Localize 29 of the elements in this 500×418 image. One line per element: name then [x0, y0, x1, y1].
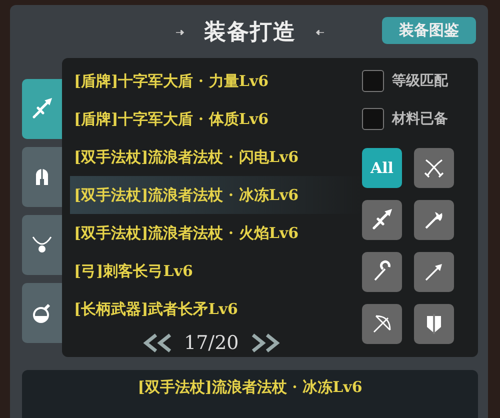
previous-page-icon[interactable] — [142, 332, 174, 352]
ornament-icon — [314, 30, 324, 34]
recipe-item[interactable]: [双手法杖]流浪者法杖 · 闪电Lv6 — [70, 138, 362, 176]
category-tab[interactable] — [22, 79, 62, 139]
ornament-icon — [176, 30, 186, 34]
recipe-item[interactable]: [弓]刺客长弓Lv6 — [70, 252, 362, 290]
category-tab[interactable] — [22, 283, 62, 343]
window-title: 装备打造 — [204, 18, 296, 47]
sword-icon — [30, 97, 54, 121]
category-tab[interactable] — [22, 147, 62, 207]
page-indicator: 17/20 — [184, 332, 239, 354]
recipe-item[interactable]: [盾牌]十字军大盾 · 体质Lv6 — [70, 100, 362, 138]
filter-button[interactable] — [414, 200, 454, 240]
detail-title: [双手法杖]流浪者法杖 · 冰冻Lv6 — [138, 378, 362, 398]
recipe-item[interactable]: [双手法杖]流浪者法杖 · 火焰Lv6 — [70, 214, 362, 252]
category-tab[interactable] — [22, 215, 62, 275]
filter-button[interactable] — [362, 200, 402, 240]
filter-button[interactable] — [362, 304, 402, 344]
checkbox[interactable] — [362, 108, 384, 130]
recipe-item[interactable]: [长柄武器]武者长矛Lv6 — [70, 290, 362, 328]
filter-button[interactable] — [362, 252, 402, 292]
filter-button[interactable] — [414, 148, 454, 188]
filter-button[interactable] — [414, 304, 454, 344]
checkbox[interactable] — [362, 70, 384, 92]
option-label: 等级匹配 — [392, 72, 448, 90]
recipe-item[interactable]: [盾牌]十字军大盾 · 力量Lv6 — [70, 62, 362, 100]
filter-button[interactable] — [414, 252, 454, 292]
option-label: 材料已备 — [392, 110, 448, 128]
sword-icon — [370, 208, 394, 232]
